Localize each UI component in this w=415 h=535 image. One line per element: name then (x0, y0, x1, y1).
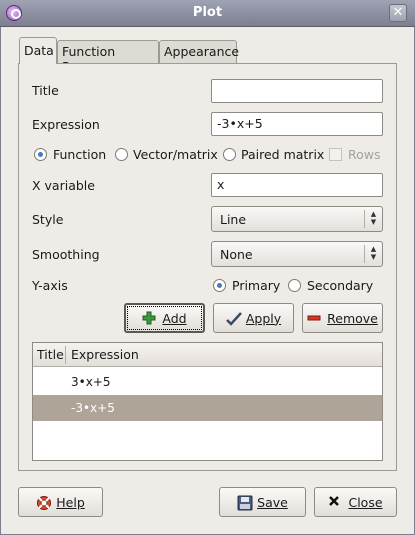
tab-data[interactable]: Data (19, 37, 57, 64)
function-radio[interactable] (34, 148, 47, 161)
smoothing-label: Smoothing (32, 247, 100, 262)
list-header: Title Expression (33, 343, 382, 367)
save-button-label: Save (257, 494, 288, 510)
paired-matrix-radio[interactable] (223, 148, 236, 161)
updown-arrows-icon: ▲ ▼ (364, 210, 382, 228)
list-row[interactable]: 3•x+5 (33, 369, 382, 395)
expression-list[interactable]: Title Expression 3•x+5 -3•x+5 (32, 342, 383, 461)
list-row-selected[interactable]: -3•x+5 (33, 395, 382, 421)
rows-checkbox[interactable] (329, 148, 342, 161)
title-label: Title (32, 83, 59, 98)
add-button[interactable]: Add (124, 303, 205, 333)
style-select-value: Line (220, 212, 247, 227)
tab-function-range[interactable]: Function Range (57, 40, 159, 74)
window-close-button[interactable]: ✕ (389, 4, 407, 22)
title-bar: Plot ✕ (0, 0, 415, 27)
tab-appearance[interactable]: Appearance (159, 40, 240, 63)
xvar-label: X variable (32, 178, 95, 193)
floppy-disk-icon (237, 495, 253, 511)
expression-input[interactable]: -3•x+5 (211, 112, 383, 136)
close-button-label: Close (348, 494, 383, 510)
add-button-label: Add (162, 310, 187, 326)
window-title: Plot (192, 5, 223, 20)
apply-button[interactable]: Apply (213, 303, 294, 333)
apply-button-label: Apply (245, 310, 282, 326)
primary-radio[interactable] (213, 279, 226, 292)
xvar-input[interactable]: x (211, 173, 383, 197)
updown-arrows-icon: ▲ ▼ (364, 245, 382, 263)
primary-radio-label: Primary (232, 278, 281, 293)
title-input[interactable] (211, 79, 383, 103)
remove-button[interactable]: Remove (302, 303, 383, 333)
paired-matrix-radio-label: Paired matrix (241, 147, 325, 162)
checkmark-icon (225, 311, 242, 326)
smoothing-select-value: None (220, 247, 253, 262)
rows-checkbox-label: Rows (348, 147, 381, 162)
remove-button-label: Remove (327, 310, 378, 326)
vector-matrix-radio[interactable] (115, 148, 128, 161)
column-header-expression[interactable]: Expression (71, 347, 139, 362)
close-icon (328, 495, 342, 509)
secondary-radio-label: Secondary (307, 278, 374, 293)
list-row-expression: 3•x+5 (71, 375, 111, 389)
help-button[interactable]: Help (18, 487, 103, 517)
secondary-radio[interactable] (288, 279, 301, 292)
close-button[interactable]: Close (314, 487, 397, 517)
style-select[interactable]: Line ▲ ▼ (211, 206, 383, 232)
function-radio-label: Function (53, 147, 107, 162)
column-header-title[interactable]: Title (37, 347, 64, 362)
minus-icon (307, 311, 321, 325)
save-button[interactable]: Save (219, 487, 306, 517)
help-button-label: Help (56, 494, 85, 510)
plus-icon (142, 311, 156, 325)
tab-appearance-label: Appearance (164, 44, 240, 59)
yaxis-label: Y-axis (32, 278, 68, 293)
list-row-expression: -3•x+5 (71, 401, 115, 415)
tab-data-label: Data (24, 43, 54, 58)
expression-label: Expression (32, 117, 100, 132)
style-label: Style (32, 212, 64, 227)
vector-matrix-radio-label: Vector/matrix (133, 147, 218, 162)
column-divider (65, 346, 66, 364)
smoothing-select[interactable]: None ▲ ▼ (211, 241, 383, 267)
lifebuoy-icon (36, 495, 52, 510)
